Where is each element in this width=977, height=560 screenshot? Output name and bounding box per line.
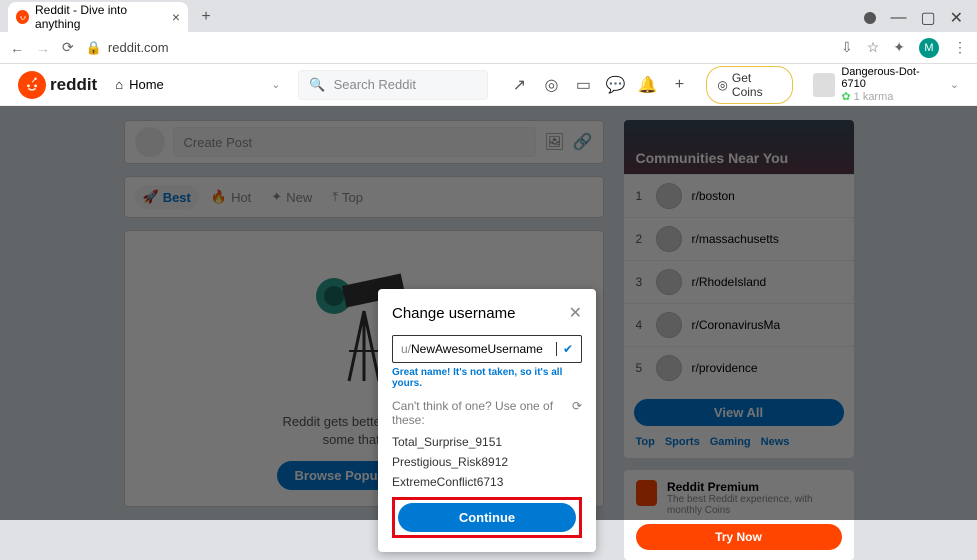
feed-selector[interactable]: ⌂ Home ⌄: [107, 73, 288, 96]
chevron-down-icon: ⌄: [950, 78, 959, 91]
reddit-logo[interactable]: reddit: [18, 71, 97, 99]
address-bar[interactable]: 🔒 reddit.com: [86, 40, 169, 56]
tab-title: Reddit - Dive into anything: [35, 3, 166, 31]
popular-icon[interactable]: ↗: [510, 76, 528, 94]
username-input[interactable]: u/ NewAwesomeUsername ✔: [392, 335, 582, 363]
extensions-icon[interactable]: ✦: [893, 39, 905, 56]
username-prefix: u/: [401, 342, 411, 356]
reddit-favicon: [16, 10, 29, 24]
back-icon[interactable]: ←: [10, 40, 24, 56]
create-post-icon[interactable]: +: [670, 76, 688, 94]
forward-icon[interactable]: →: [36, 40, 50, 56]
new-tab-button[interactable]: +: [194, 5, 218, 29]
continue-highlight: Continue: [392, 497, 582, 538]
close-window-icon[interactable]: ✕: [950, 8, 963, 28]
checkmark-icon: ✔: [563, 342, 573, 356]
search-input[interactable]: 🔍 Search Reddit: [298, 70, 488, 100]
username-value: NewAwesomeUsername: [411, 342, 557, 356]
chat-icon[interactable]: 💬: [606, 76, 624, 94]
avatar: [813, 73, 836, 97]
download-icon[interactable]: ⇩: [841, 39, 853, 56]
maximize-icon[interactable]: ▢: [920, 8, 935, 28]
username: Dangerous-Dot-6710: [841, 66, 937, 90]
reddit-wordmark: reddit: [50, 75, 97, 95]
home-icon: ⌂: [115, 77, 123, 92]
change-username-modal: Change username ✕ u/ NewAwesomeUsername …: [378, 289, 596, 552]
bookmark-icon[interactable]: ☆: [867, 39, 880, 56]
continue-button[interactable]: Continue: [398, 503, 576, 532]
suggestions-heading: Can't think of one? Use one of these:: [392, 399, 572, 427]
record-icon: [864, 12, 876, 24]
coin-icon: ◎: [717, 78, 727, 92]
get-coins-button[interactable]: ◎ Get Coins: [706, 66, 792, 104]
availability-message: Great name! It's not taken, so it's all …: [392, 367, 582, 389]
kebab-menu-icon[interactable]: ⋮: [953, 39, 967, 56]
search-icon: 🔍: [309, 77, 325, 93]
username-suggestion[interactable]: ExtremeConflict6713: [392, 475, 582, 489]
karma: 1 karma: [854, 91, 894, 103]
username-suggestion[interactable]: Total_Surprise_9151: [392, 435, 582, 449]
try-now-button[interactable]: Try Now: [636, 524, 842, 550]
all-icon[interactable]: ◎: [542, 76, 560, 94]
reddit-snoo-icon: [18, 71, 46, 99]
user-menu[interactable]: Dangerous-Dot-6710 ✿ 1 karma ⌄: [813, 66, 959, 103]
live-icon[interactable]: ▭: [574, 76, 592, 94]
search-placeholder: Search Reddit: [334, 77, 416, 92]
browser-tab[interactable]: Reddit - Dive into anything ×: [8, 2, 188, 32]
feed-label: Home: [129, 77, 164, 92]
url-text: reddit.com: [108, 40, 169, 55]
username-suggestion[interactable]: Prestigious_Risk8912: [392, 455, 582, 469]
notifications-icon[interactable]: 🔔: [638, 76, 656, 94]
modal-title: Change username: [392, 305, 515, 322]
lock-icon: 🔒: [86, 40, 102, 56]
close-icon[interactable]: ✕: [569, 303, 582, 323]
chevron-down-icon: ⌄: [271, 78, 280, 91]
reload-icon[interactable]: ⟳: [62, 39, 74, 56]
minimize-icon[interactable]: —: [890, 9, 906, 27]
refresh-icon[interactable]: ⟳: [572, 399, 582, 427]
browser-profile[interactable]: M: [919, 38, 939, 58]
tab-close-icon[interactable]: ×: [172, 9, 180, 25]
